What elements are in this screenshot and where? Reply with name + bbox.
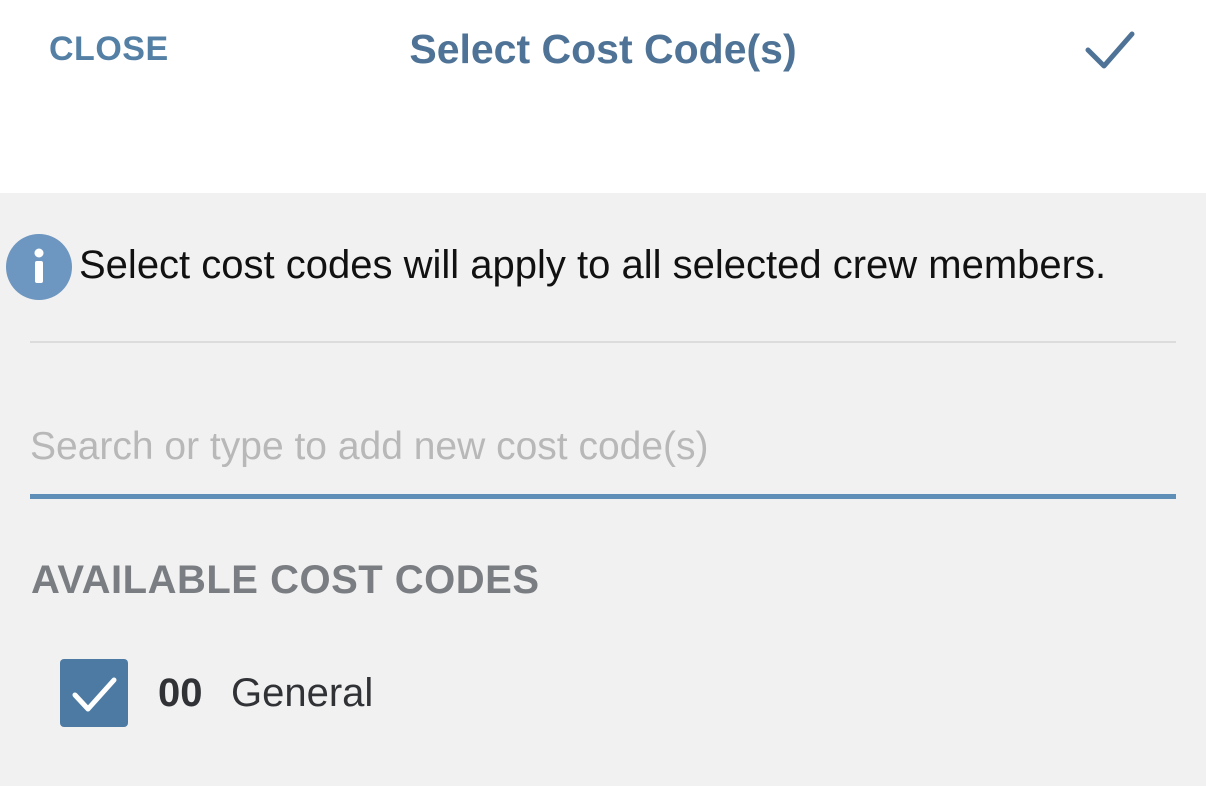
content-area: Select cost codes will apply to all sele… <box>0 193 1206 786</box>
cost-code-number: 00 <box>158 671 203 715</box>
divider <box>30 341 1176 343</box>
search-underline <box>30 494 1176 499</box>
checkmark-icon <box>1085 31 1135 69</box>
page-title: Select Cost Code(s) <box>409 26 797 72</box>
confirm-button[interactable] <box>1080 26 1140 76</box>
search-input[interactable] <box>30 418 1176 476</box>
header-bar: CLOSE Select Cost Code(s) <box>0 0 1206 193</box>
info-icon <box>6 234 72 300</box>
checkbox-checked[interactable] <box>60 659 128 727</box>
check-icon <box>72 677 117 712</box>
info-message: Select cost codes will apply to all sele… <box>79 243 1107 287</box>
section-heading-available: AVAILABLE COST CODES <box>31 558 540 602</box>
cost-code-name: General <box>231 671 374 715</box>
